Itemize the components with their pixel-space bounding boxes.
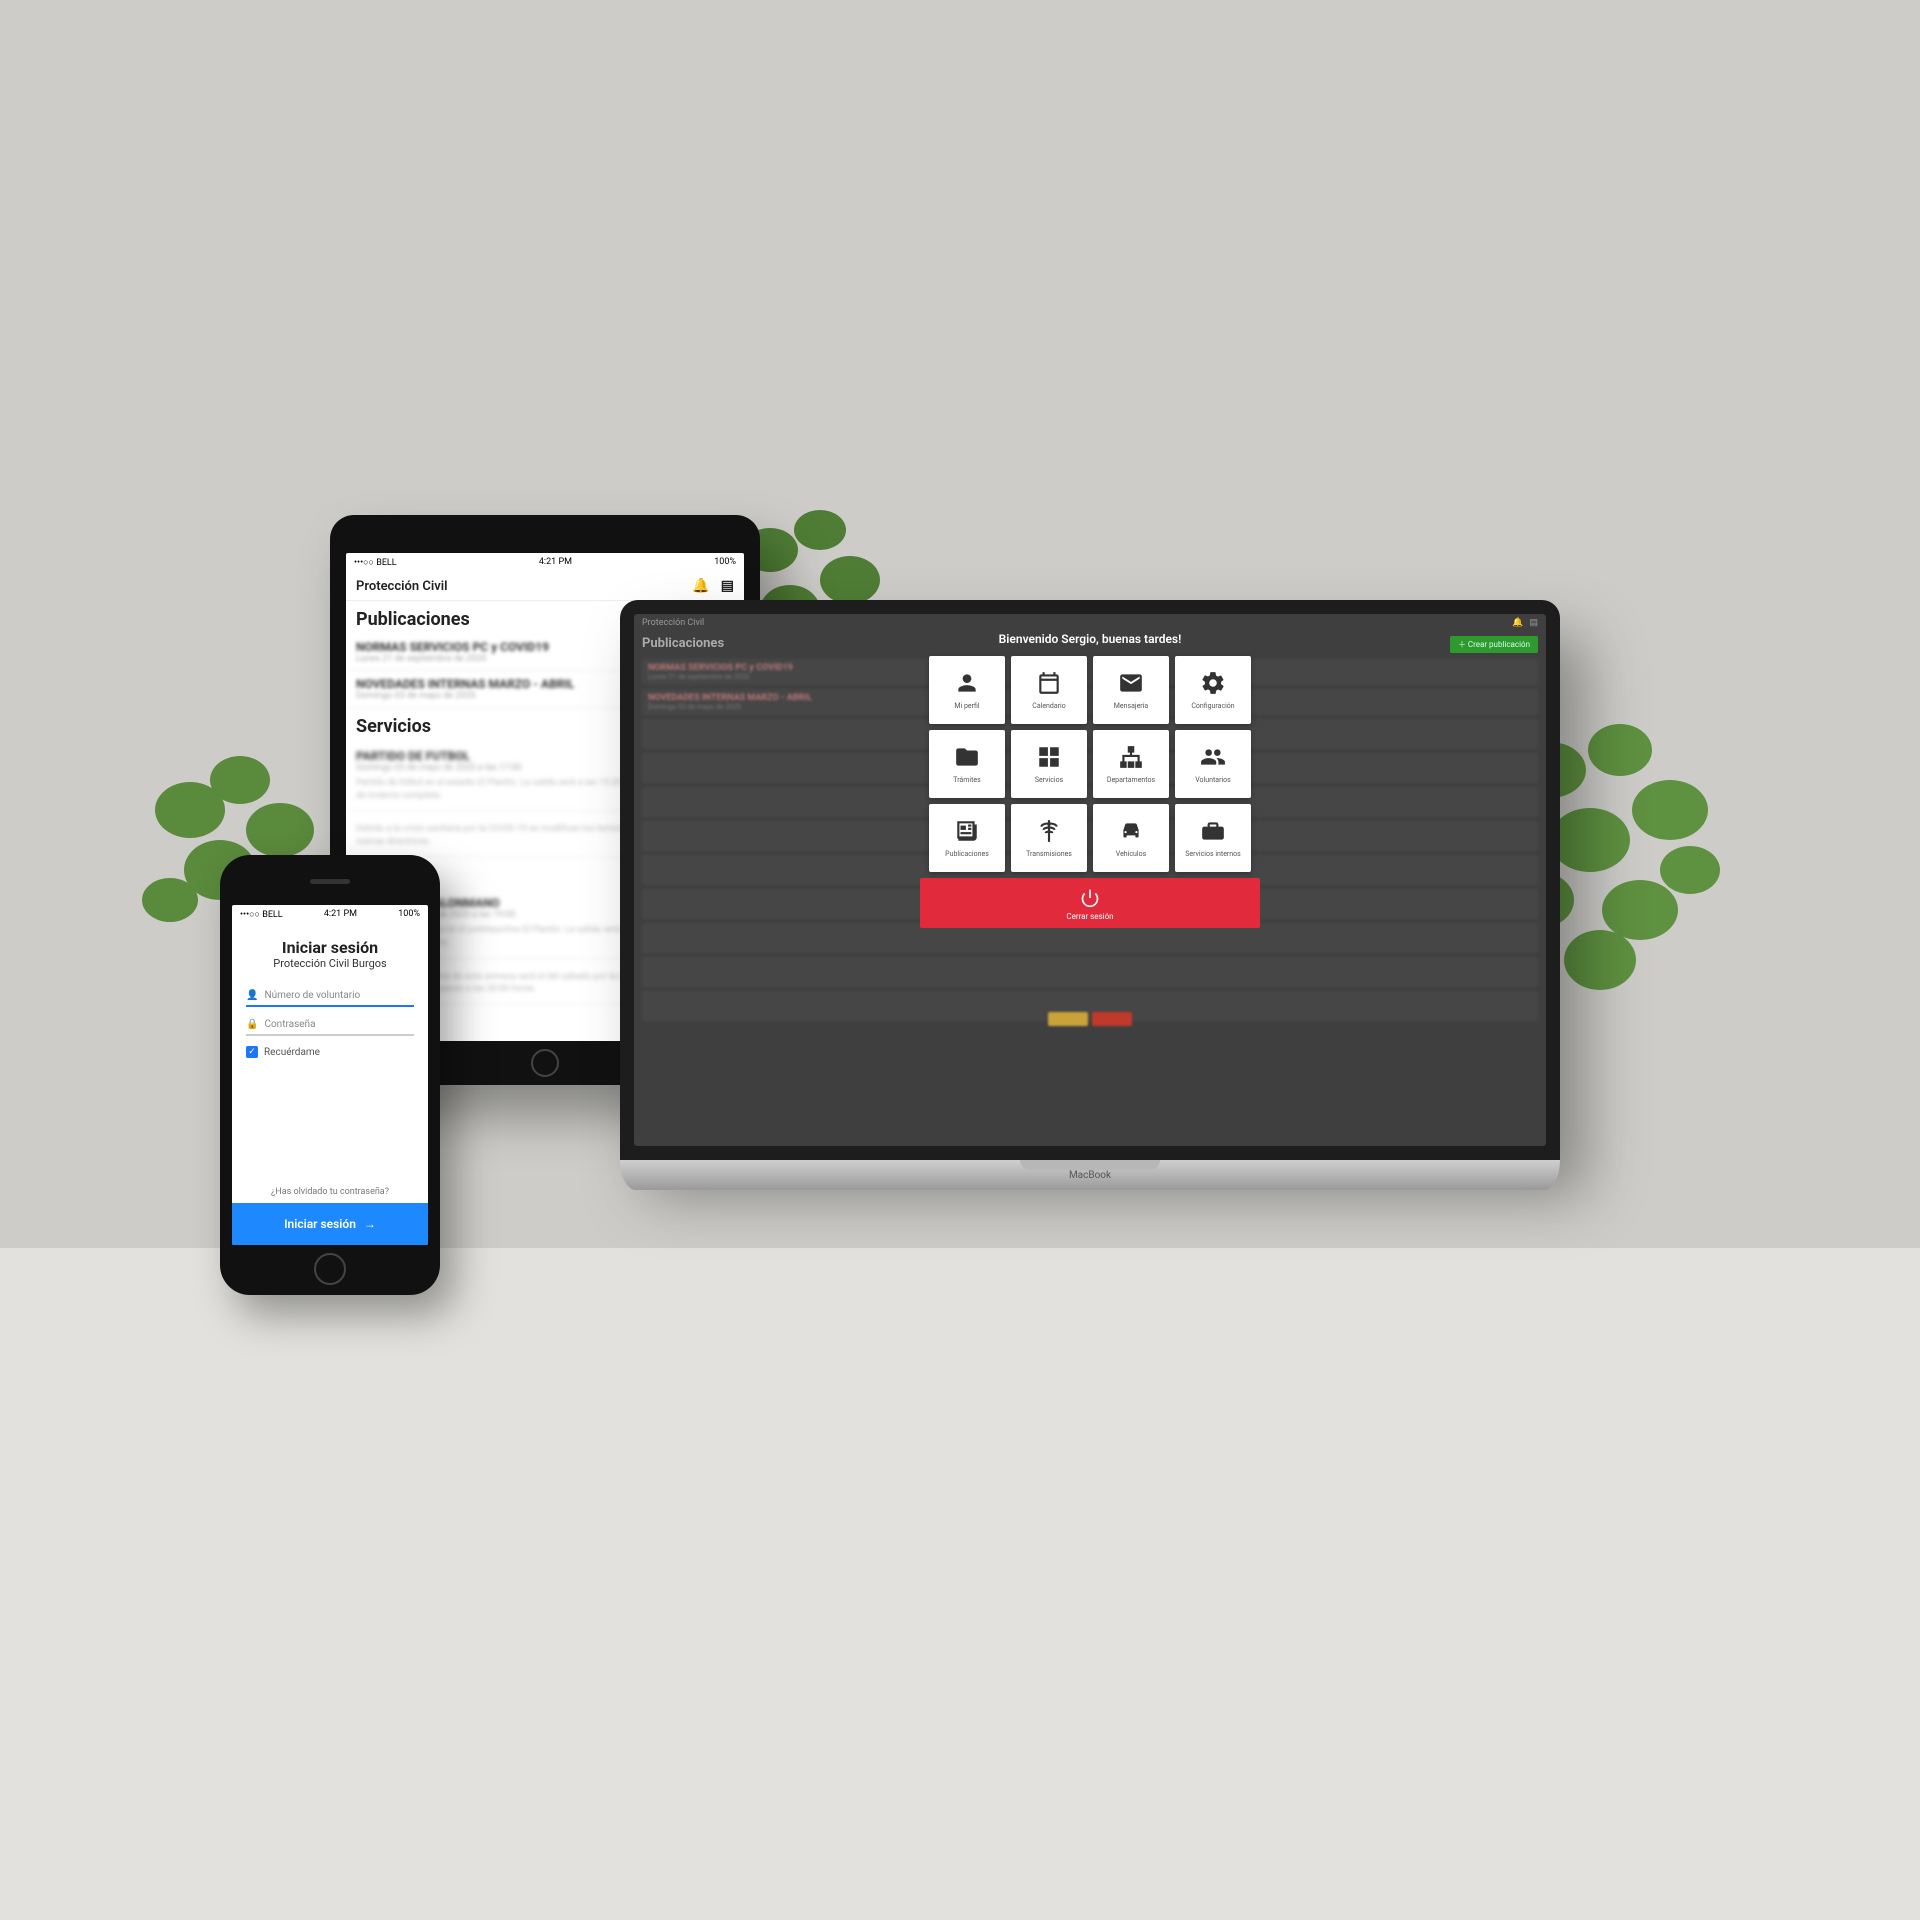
status-carrier: •••○○ BELL (354, 557, 397, 568)
laptop-device: Protección Civil 🔔▤ ＋ Crear publicación … (620, 600, 1560, 1190)
bell-icon[interactable]: 🔔 (692, 578, 709, 594)
gear-icon (1200, 670, 1226, 696)
tile-vehiculos[interactable]: Vehículos (1093, 804, 1169, 872)
status-carrier: •••○○ BELL (240, 909, 283, 920)
dashboard-modal: Bienvenido Sergio, buenas tardes! Mi per… (920, 626, 1260, 928)
status-battery: 100% (714, 557, 736, 568)
tile-label: Configuración (1191, 702, 1234, 710)
app-title: Protección Civil (642, 618, 704, 628)
create-publication-label: Crear publicación (1468, 640, 1530, 649)
tile-mensajeria[interactable]: Mensajería (1093, 656, 1169, 724)
laptop-brand: MacBook (1069, 1170, 1111, 1181)
logout-button[interactable]: Cerrar sesión (920, 878, 1260, 928)
dashboard-grid: Mi perfil Calendario Mensajería Configur… (920, 656, 1260, 872)
tile-label: Servicios internos (1185, 850, 1241, 858)
status-battery: 100% (398, 909, 420, 920)
list-item (642, 957, 1538, 987)
logout-label: Cerrar sesión (1066, 912, 1113, 921)
folder-icon (954, 744, 980, 770)
login-title: Iniciar sesión (240, 938, 420, 957)
tile-label: Mensajería (1114, 702, 1148, 710)
laptop-base: MacBook (620, 1160, 1560, 1190)
phone-speaker (310, 879, 350, 884)
status-time: 4:21 PM (539, 557, 572, 568)
phone-device: •••○○ BELL 4:21 PM 100% Iniciar sesión P… (220, 855, 440, 1295)
action-buttons (1048, 1012, 1132, 1026)
car-icon (1118, 818, 1144, 844)
login-button-label: Iniciar sesión (284, 1217, 356, 1231)
checkbox-icon: ✓ (246, 1046, 258, 1058)
antenna-icon (1036, 818, 1062, 844)
remember-label: Recuérdame (264, 1047, 320, 1058)
tile-label: Vehículos (1116, 850, 1146, 858)
login-subtitle: Protección Civil Burgos (240, 957, 420, 970)
status-bar: •••○○ BELL 4:21 PM 100% (232, 905, 428, 924)
tile-tramites[interactable]: Trámites (929, 730, 1005, 798)
menu-icon[interactable]: ▤ (721, 578, 734, 594)
lock-icon: 🔒 (246, 1019, 258, 1030)
phone-screen: •••○○ BELL 4:21 PM 100% Iniciar sesión P… (232, 905, 428, 1245)
app-header: Protección Civil 🔔 ▤ (346, 572, 744, 601)
tile-voluntarios[interactable]: Voluntarios (1175, 730, 1251, 798)
grid-icon (1036, 744, 1062, 770)
users-icon (1200, 744, 1226, 770)
mail-icon (1118, 670, 1144, 696)
tile-label: Departamentos (1107, 776, 1155, 784)
tile-publicaciones[interactable]: Publicaciones (929, 804, 1005, 872)
tile-perfil[interactable]: Mi perfil (929, 656, 1005, 724)
status-bar: •••○○ BELL 4:21 PM 100% (346, 553, 744, 572)
tile-label: Publicaciones (945, 850, 989, 858)
username-placeholder: Número de voluntario (264, 990, 360, 1001)
tile-label: Servicios (1035, 776, 1063, 784)
login-button[interactable]: Iniciar sesión → (232, 1203, 428, 1245)
remember-me[interactable]: ✓ Recuérdame (246, 1046, 414, 1058)
tile-configuracion[interactable]: Configuración (1175, 656, 1251, 724)
tile-calendario[interactable]: Calendario (1011, 656, 1087, 724)
password-field[interactable]: 🔒 Contraseña (246, 1015, 414, 1036)
tile-servicios[interactable]: Servicios (1011, 730, 1087, 798)
tile-label: Transmisiones (1026, 850, 1072, 858)
phone-home-button[interactable] (314, 1253, 346, 1285)
sitemap-icon (1118, 744, 1144, 770)
tile-label: Calendario (1032, 702, 1065, 710)
arrow-right-icon: → (364, 1217, 376, 1231)
tile-label: Mi perfil (954, 702, 979, 710)
user-icon (954, 670, 980, 696)
user-icon: 👤 (246, 990, 258, 1001)
menu-icon[interactable]: ▤ (1529, 618, 1538, 628)
forgot-password-link[interactable]: ¿Has olvidado tu contraseña? (232, 1177, 428, 1203)
status-time: 4:21 PM (324, 909, 357, 920)
calendar-icon (1036, 670, 1062, 696)
tablet-home-button[interactable] (531, 1049, 559, 1077)
tile-departamentos[interactable]: Departamentos (1093, 730, 1169, 798)
laptop-screen-frame: Protección Civil 🔔▤ ＋ Crear publicación … (620, 600, 1560, 1160)
modal-greeting: Bienvenido Sergio, buenas tardes! (920, 626, 1260, 656)
laptop-screen: Protección Civil 🔔▤ ＋ Crear publicación … (634, 614, 1546, 1146)
password-placeholder: Contraseña (264, 1019, 315, 1030)
bell-icon[interactable]: 🔔 (1512, 618, 1523, 628)
power-icon (1080, 888, 1100, 908)
toolbox-icon (1200, 818, 1226, 844)
username-field[interactable]: 👤 Número de voluntario (246, 986, 414, 1007)
tile-servicios-internos[interactable]: Servicios internos (1175, 804, 1251, 872)
tile-transmisiones[interactable]: Transmisiones (1011, 804, 1087, 872)
newspaper-icon (954, 818, 980, 844)
login-header: Iniciar sesión Protección Civil Burgos (232, 924, 428, 978)
app-title: Protección Civil (356, 579, 448, 594)
create-publication-button[interactable]: ＋ Crear publicación (1450, 636, 1538, 653)
tile-label: Voluntarios (1195, 776, 1231, 784)
tile-label: Trámites (953, 776, 980, 784)
